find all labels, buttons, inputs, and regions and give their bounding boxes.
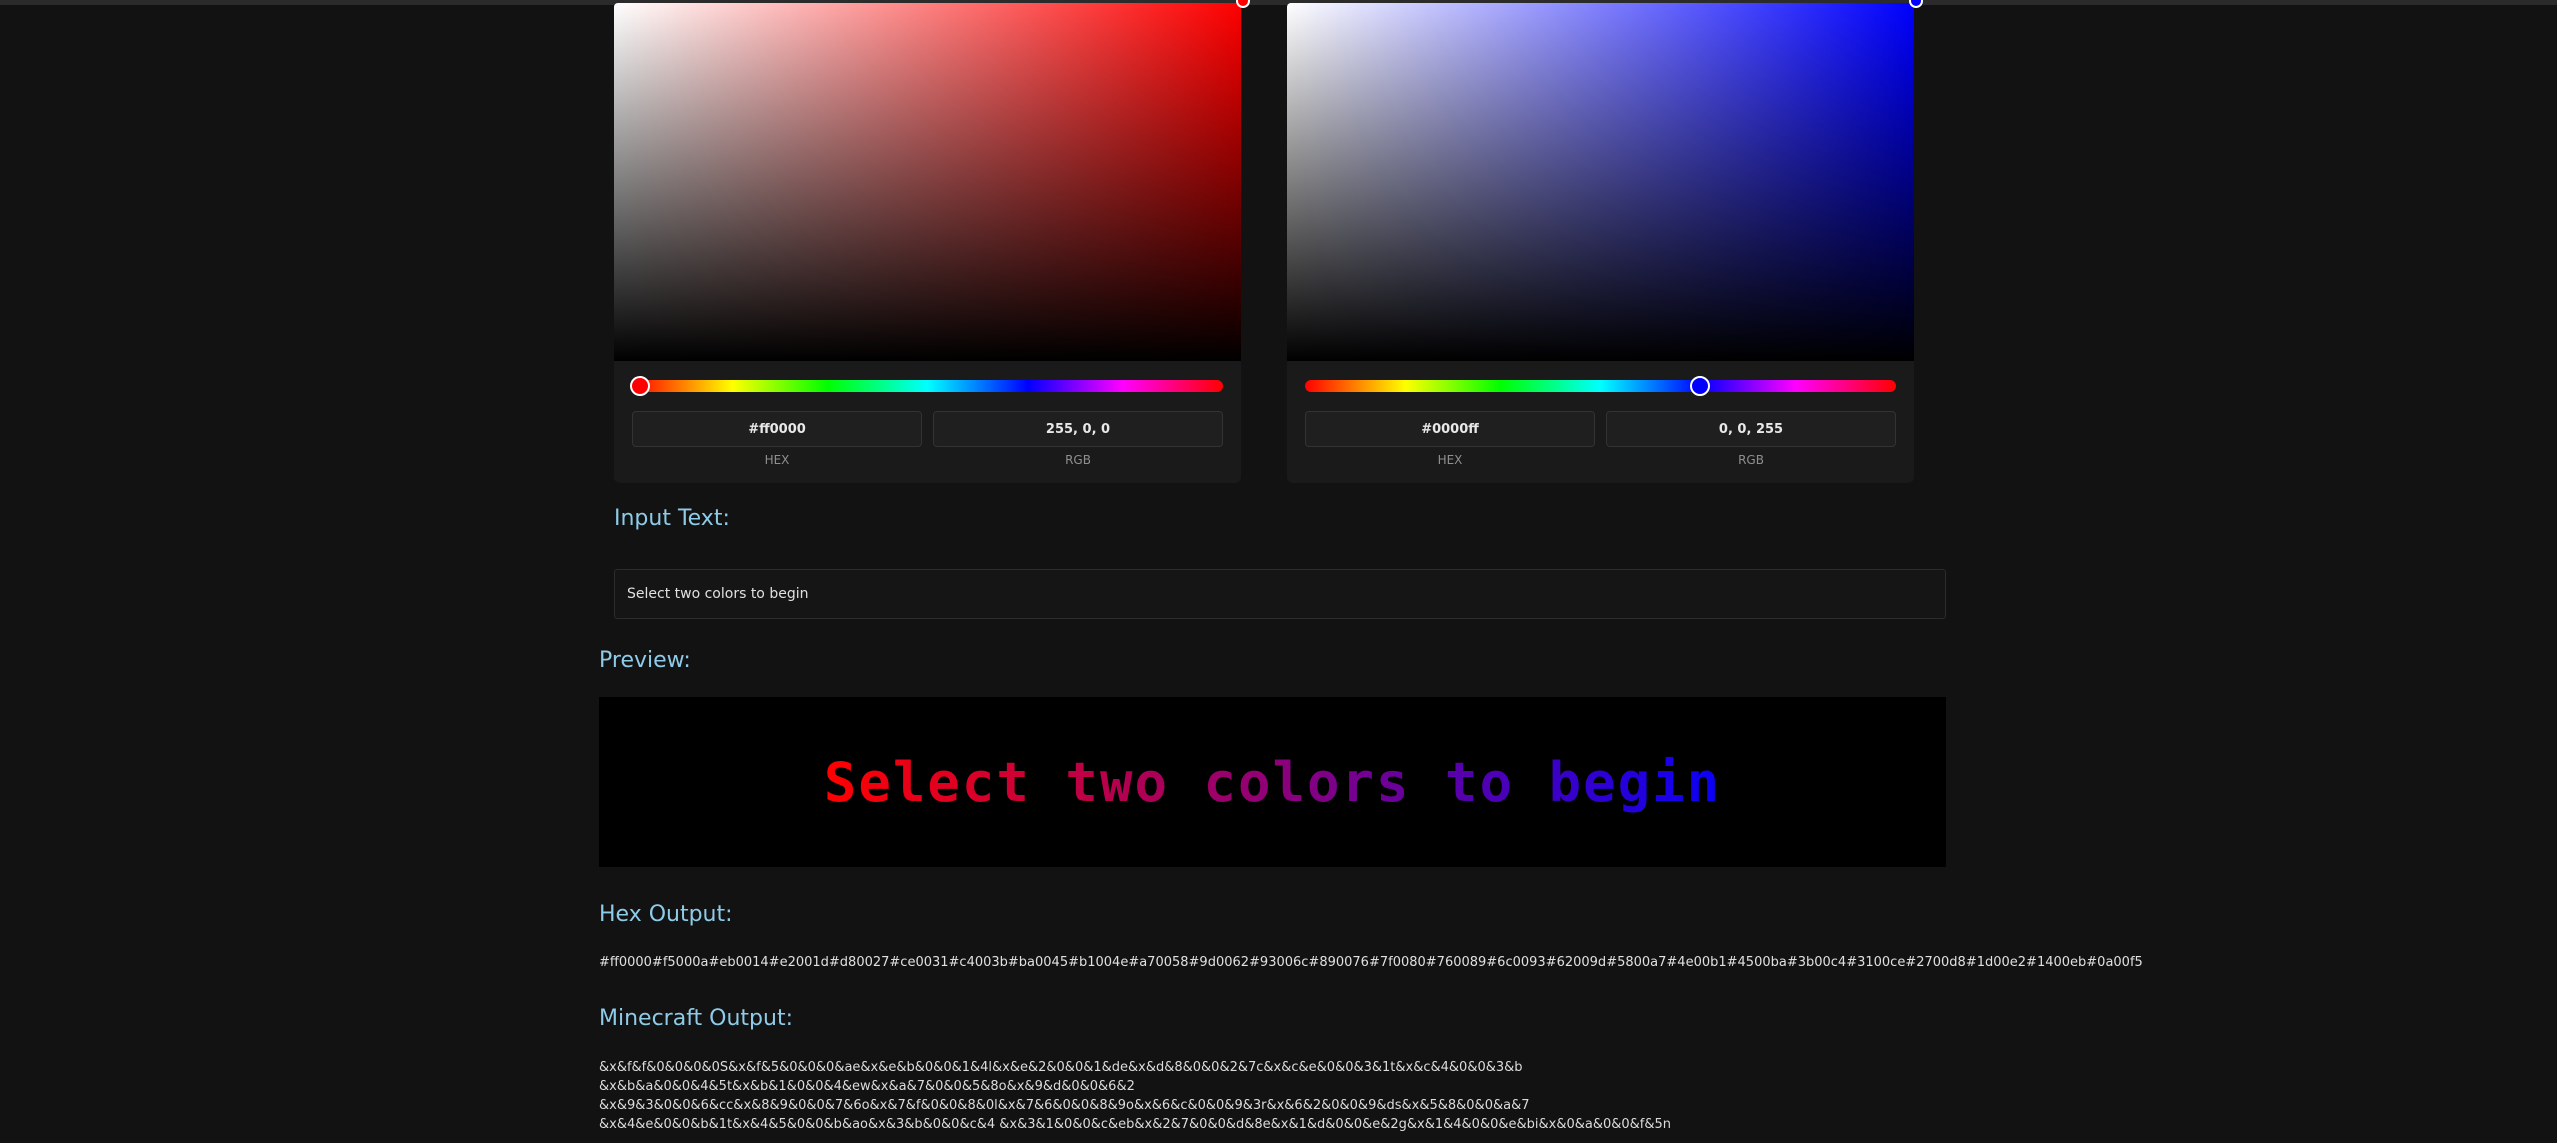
saturation-value-area[interactable] bbox=[614, 0, 1250, 361]
input-text-heading: Input Text: bbox=[614, 506, 730, 531]
hex-label: HEX bbox=[1437, 453, 1463, 467]
hue-handle[interactable] bbox=[1690, 376, 1710, 396]
minecraft-output-heading: Minecraft Output: bbox=[599, 1006, 794, 1031]
hue-handle[interactable] bbox=[630, 376, 650, 396]
color-picker-end: #0000ff 0, 0, 255 HEX RGB bbox=[1287, 0, 1923, 483]
preview-box: Select two colors to begin bbox=[599, 697, 1946, 867]
input-text-field[interactable]: Select two colors to begin bbox=[614, 569, 1946, 619]
saturation-value-area[interactable] bbox=[1287, 0, 1923, 361]
rgb-label: RGB bbox=[1738, 453, 1764, 467]
hue-slider[interactable] bbox=[630, 376, 1223, 396]
preview-text: Select two colors to begin bbox=[823, 750, 1722, 814]
minecraft-output-line: &x&4&e&0&0&b&1t&x&4&5&0&0&b&ao&x&3&b&0&0… bbox=[599, 1117, 1672, 1132]
hex-label: HEX bbox=[764, 453, 790, 467]
minecraft-output-line: &x&9&3&0&0&6&cc&x&8&9&0&0&7&6o&x&7&f&0&0… bbox=[599, 1098, 1530, 1113]
minecraft-output-text[interactable]: &x&f&f&0&0&0&0S&x&f&5&0&0&0&ae&x&e&b&0&0… bbox=[599, 1058, 1671, 1134]
hex-output-heading: Hex Output: bbox=[599, 902, 733, 927]
minecraft-output-line: &x&f&f&0&0&0&0S&x&f&5&0&0&0&ae&x&e&b&0&0… bbox=[599, 1060, 1523, 1075]
rgb-field[interactable]: 0, 0, 255 bbox=[1606, 411, 1896, 447]
rgb-field[interactable]: 255, 0, 0 bbox=[933, 411, 1223, 447]
hex-field[interactable]: #ff0000 bbox=[632, 411, 922, 447]
minecraft-output-line: &x&b&a&0&0&4&5t&x&b&1&0&0&4&ew&x&a&7&0&0… bbox=[599, 1079, 1135, 1094]
hex-field[interactable]: #0000ff bbox=[1305, 411, 1595, 447]
top-bar bbox=[0, 0, 2557, 5]
hex-output-text[interactable]: #ff0000#f5000a#eb0014#e2001d#d80027#ce00… bbox=[599, 955, 2143, 970]
rgb-label: RGB bbox=[1065, 453, 1091, 467]
saturation-value-handle[interactable] bbox=[1236, 0, 1250, 8]
hue-slider[interactable] bbox=[1305, 376, 1896, 396]
saturation-value-handle[interactable] bbox=[1909, 0, 1923, 8]
preview-heading: Preview: bbox=[599, 648, 691, 673]
color-picker-start: #ff0000 255, 0, 0 HEX RGB bbox=[614, 0, 1250, 483]
